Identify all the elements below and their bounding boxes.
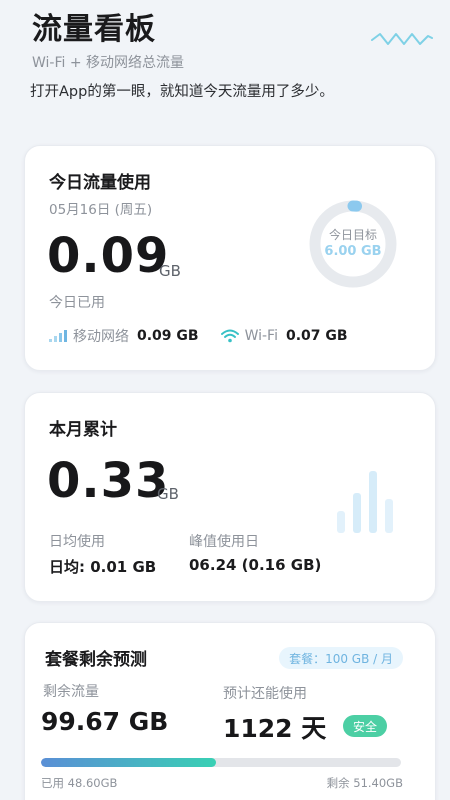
today-usage-value: 0.09 [47, 228, 170, 284]
trend-bars-icon [337, 471, 393, 533]
peak-day-value: 06.24 (0.16 GB) [189, 556, 322, 574]
days-remaining-value: 1122 天 [223, 714, 327, 743]
plan-card-title: 套餐剩余预测 [45, 650, 147, 670]
wifi-icon [220, 329, 239, 343]
days-remaining-label: 预计还能使用 [223, 686, 307, 702]
daily-goal-value: 6.00 GB [324, 244, 382, 259]
safe-status-badge: 安全 [343, 715, 388, 737]
wifi-label: Wi-Fi [244, 328, 278, 344]
used-amount-text: 已用 48.60GB [41, 776, 118, 790]
remaining-data-value: 99.67 GB [41, 707, 169, 736]
month-card-title: 本月累计 [49, 420, 117, 440]
wifi-value: 0.07 GB [285, 328, 348, 344]
daily-average-value: 日均: 0.01 GB [49, 558, 157, 576]
today-breakdown: 移动网络 0.09 GB Wi-Fi 0.07 GB [49, 326, 348, 346]
remaining-amount-text: 剩余 51.40GB [326, 776, 403, 790]
plan-usage-progress-fill [41, 758, 216, 767]
month-total-value: 0.33 [47, 453, 170, 509]
month-total-unit: GB [157, 485, 179, 503]
today-usage-unit: GB [159, 262, 181, 280]
remaining-data-label: 剩余流量 [43, 684, 99, 700]
daily-average-label: 日均使用 [49, 534, 105, 550]
plan-usage-progress [41, 758, 401, 767]
plan-quota-badge: 套餐：100 GB / 月 [279, 647, 403, 669]
today-date: 05月16日 (周五) [49, 202, 153, 218]
plan-forecast-card[interactable]: 套餐剩余预测 套餐：100 GB / 月 剩余流量 99.67 GB 预计还能使… [24, 622, 436, 800]
page-subtitle: Wi-Fi + 移动网络总流量 [32, 55, 185, 71]
header: 流量看板 Wi-Fi + 移动网络总流量 打开App的第一眼，就知道今天流量用了… [0, 0, 450, 128]
daily-goal-label: 今日目标 [328, 228, 377, 242]
wave-logo-icon [371, 33, 433, 45]
today-card-title: 今日流量使用 [49, 173, 151, 193]
mobile-network-value: 0.09 GB [137, 328, 199, 344]
page-title: 流量看板 [32, 12, 156, 47]
signal-bars-icon [49, 330, 67, 342]
page-tagline: 打开App的第一眼，就知道今天流量用了多少。 [30, 84, 334, 100]
month-total-card[interactable]: 本月累计 0.33 GB 日均使用 日均: 0.01 GB 峰值使用日 06.2… [24, 392, 436, 602]
mobile-network-label: 移动网络 [73, 329, 129, 345]
today-used-label: 今日已用 [49, 295, 105, 311]
peak-day-label: 峰值使用日 [189, 534, 259, 550]
today-usage-card[interactable]: 今日流量使用 05月16日 (周五) 0.09 GB 今日已用 移动网络 0.0… [24, 145, 436, 371]
